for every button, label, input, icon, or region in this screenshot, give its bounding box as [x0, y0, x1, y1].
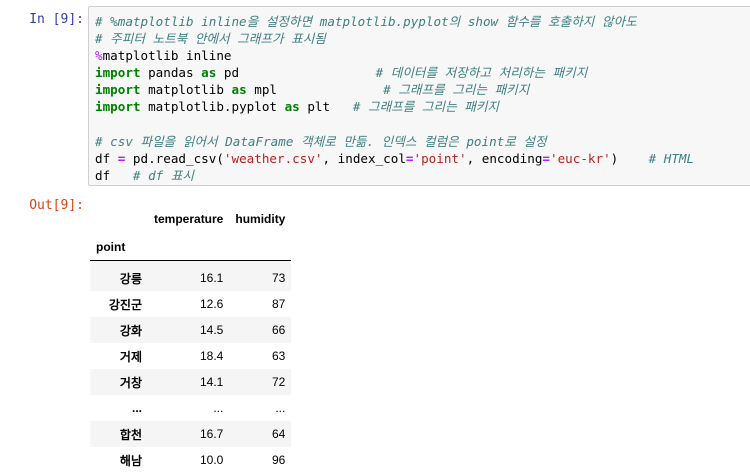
code-token: 'euc-kr' — [550, 150, 611, 166]
code-line: import matplotlib as mpl # 그래프를 그리는 패키지 — [95, 82, 529, 97]
temperature-cell: 10.0 — [200, 453, 224, 467]
code-token: mpl — [246, 82, 384, 98]
code-token: # 주피터 노트북 안에서 그래프가 표시됨 — [95, 31, 326, 47]
code-cell[interactable]: # %matplotlib inline을 설정하면 matplotlib.py… — [88, 6, 750, 186]
code-token: , index_col — [322, 150, 406, 166]
table-row: 강화 14.5 66 — [90, 317, 292, 343]
code-token: ) — [610, 150, 649, 166]
code-token: % — [95, 48, 103, 64]
code-token: matplotlib inline — [102, 48, 232, 64]
code-token: = — [405, 150, 414, 166]
code-line: # csv 파일을 읽어서 DataFrame 객체로 만듦. 인덱스 컬럼은 … — [95, 134, 547, 149]
code-line: # %matplotlib inline을 설정하면 matplotlib.py… — [95, 14, 637, 29]
temperature-cell: 16.7 — [200, 427, 224, 441]
code-line: %matplotlib inline — [95, 48, 232, 63]
humidity-cell: 63 — [272, 349, 286, 363]
code-token: # 데이터를 저장하고 처리하는 패키지 — [375, 65, 588, 81]
dataframe-table: temperature humidity point 강릉 16.1 73 강진군 12… — [90, 204, 292, 473]
code-line: df # df 표시 — [95, 168, 194, 183]
row-index: 거제 — [119, 349, 142, 364]
table-row: 해남 10.0 96 — [90, 447, 291, 473]
header-blank — [229, 234, 291, 261]
header-blank — [148, 234, 229, 261]
table-row: ......... — [90, 395, 291, 421]
code-token: = — [542, 150, 550, 166]
code-token: plt — [299, 99, 353, 115]
code-token: matplotlib — [140, 82, 232, 98]
output-prompt: Out[9]: — [29, 198, 84, 213]
table-row: 강진군 12.6 87 — [90, 291, 291, 317]
humidity-cell: ... — [275, 401, 286, 415]
code-token: # 그래프를 그리는 패키지 — [352, 99, 500, 115]
row-index: 합천 — [119, 427, 142, 442]
code-editor[interactable]: # %matplotlib inline을 설정하면 matplotlib.py… — [95, 13, 694, 184]
humidity-cell: 66 — [272, 323, 286, 337]
code-token: import — [95, 82, 141, 98]
code-token: matplotlib.pyplot — [140, 99, 285, 115]
index-name: point — [96, 240, 126, 254]
row-index: 강화 — [119, 323, 142, 338]
code-line: import matplotlib.pyplot as plt # 그래프를 그… — [95, 99, 499, 114]
code-line: import pandas as pd # 데이터를 저장하고 처리하는 패키지 — [95, 65, 587, 80]
index-name-row: point — [90, 234, 292, 261]
temperature-cell: 18.4 — [200, 349, 224, 363]
code-line: df = pd.read_csv('weather.csv', index_co… — [95, 151, 694, 166]
code-token: df — [95, 150, 118, 166]
code-token: pd — [216, 65, 376, 81]
code-token: # HTML — [648, 150, 695, 166]
code-token: pandas — [140, 65, 202, 81]
row-index: 거창 — [119, 375, 142, 390]
temperature-cell: 14.5 — [200, 323, 224, 337]
table-row: 거제 18.4 63 — [90, 343, 291, 369]
temperature-cell: 12.6 — [200, 297, 224, 311]
code-token: df — [95, 167, 133, 183]
table-row: 합천 16.7 64 — [90, 421, 292, 447]
temperature-cell: ... — [213, 401, 224, 415]
input-prompt: In [9]: — [29, 12, 84, 27]
humidity-cell: 64 — [272, 427, 286, 441]
code-token: as — [284, 99, 300, 115]
code-token: # %matplotlib inline을 설정하면 matplotlib.py… — [95, 14, 637, 29]
code-line: # 주피터 노트북 안에서 그래프가 표시됨 — [95, 31, 326, 46]
code-token: 'weather.csv' — [223, 150, 323, 166]
header-blank — [90, 204, 148, 234]
table-row: 강릉 16.1 73 — [90, 260, 292, 291]
humidity-cell: 87 — [272, 297, 286, 311]
humidity-cell: 96 — [272, 453, 286, 467]
code-token: pd.read_csv( — [125, 150, 224, 166]
row-index: 강진군 — [108, 297, 142, 312]
temperature-cell: 14.1 — [200, 375, 224, 389]
code-token: as — [231, 82, 247, 98]
code-token: 'point' — [413, 150, 467, 166]
column-header-temperature: temperature — [154, 212, 224, 226]
code-token: # csv 파일을 읽어서 DataFrame 객체로 만듦. 인덱스 컬럼은 … — [95, 133, 547, 149]
code-token: # 그래프를 그리는 패키지 — [383, 82, 530, 98]
row-index: 강릉 — [119, 271, 142, 286]
row-index: 해남 — [119, 453, 142, 468]
code-token: import — [95, 65, 141, 81]
humidity-cell: 72 — [272, 375, 286, 389]
code-token: import — [95, 99, 141, 115]
temperature-cell: 16.1 — [200, 271, 224, 285]
column-header-row: temperature humidity — [90, 204, 291, 234]
row-index: ... — [131, 401, 142, 415]
table-row: 거창 14.1 72 — [90, 369, 292, 395]
code-token: # df 표시 — [132, 167, 195, 183]
code-token: as — [201, 65, 217, 81]
humidity-cell: 73 — [272, 271, 286, 285]
code-token: , encoding — [466, 150, 543, 166]
column-header-humidity: humidity — [235, 212, 286, 226]
